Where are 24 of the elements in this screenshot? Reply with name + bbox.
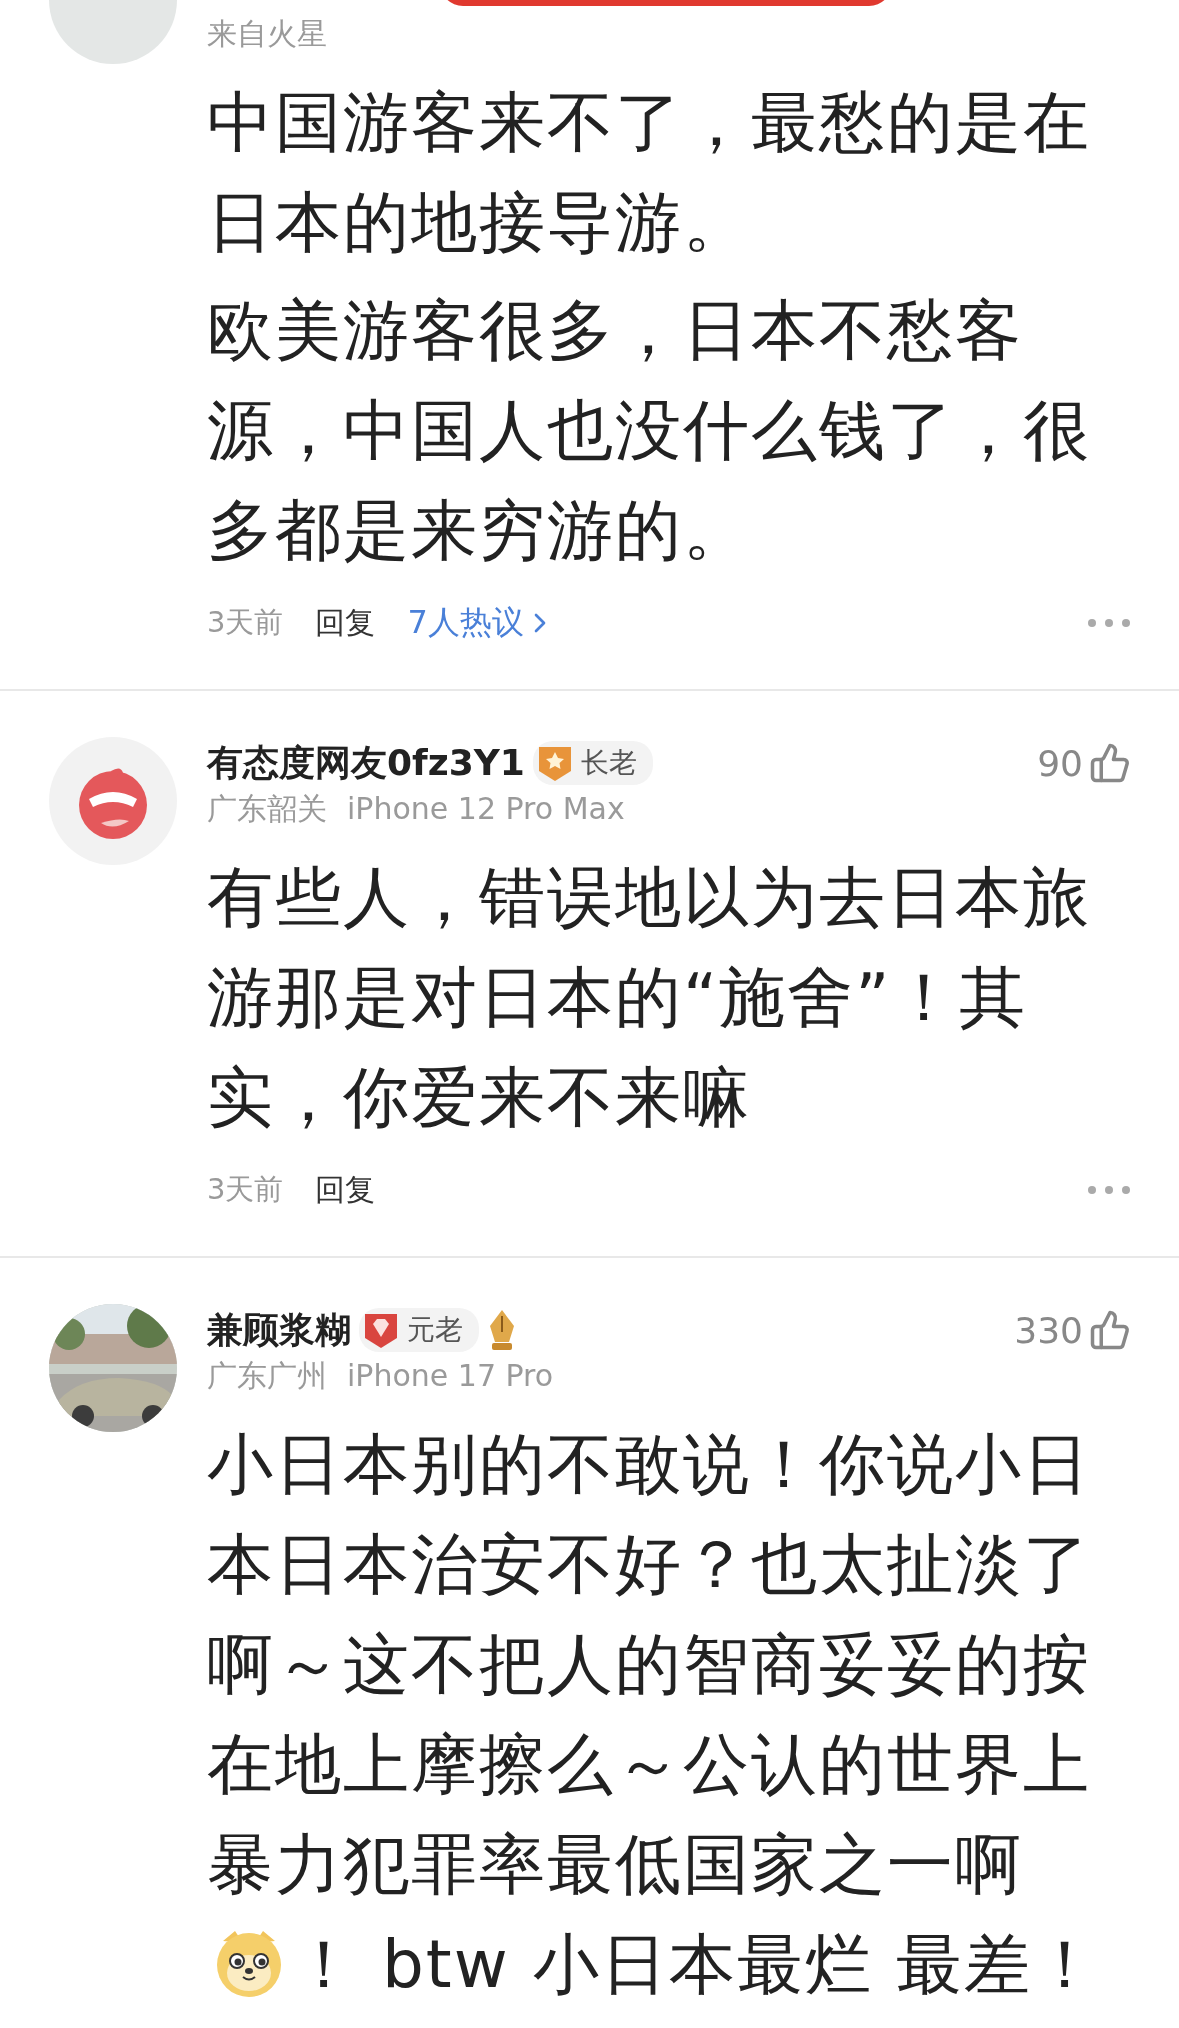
reply-button[interactable]: 回复 [315,602,376,644]
more-icon[interactable] [1087,1185,1131,1195]
user-name[interactable]: 兼顾浆糊 [207,1305,351,1355]
post-time: 3天前 [207,1171,284,1208]
comment-text: 欧美游客很多，日本不愁客源，中国人也没什么钱了，很多都是来穷游的。 [207,291,1092,571]
more-icon[interactable] [1087,618,1131,628]
discussion-link[interactable]: 7人热议 [407,601,556,645]
like-count: 90 [1037,742,1083,784]
user-location: 广东韶关 [207,790,327,828]
user-name[interactable]: 有态度网友0fz3Y1 [207,738,525,788]
rank-label: 长老 [580,745,637,781]
device-name: iPhone 12 Pro Max [347,790,625,828]
comment-text: 中国游客来不了，最愁的是在日本的地接导游。 [207,83,1092,263]
reply-button[interactable]: 回复 [315,1169,376,1211]
user-location: 来自火星 [207,15,327,53]
comment-text: 小日本别的不敢说！你说小日本日本治安不好？也太扯淡了啊～这不把人的智商妥妥的按在地上摩擦么～公认的世界上暴力犯罪率最低国家之一啊 ！ btw 小日本最烂 最差！ [207,1425,1101,2005]
post-time: 3天前 [207,604,284,641]
like-count: 330 [1014,1309,1083,1351]
user-location: 广东广州 [207,1357,327,1395]
comment-text: 有些人，错误地以为去日本旅游那是对日本的“施舍”！其实，你爱来不来嘛 [207,858,1092,1138]
device-name: iPhone 17 Pro [347,1357,554,1395]
like-icon[interactable] [1089,1309,1131,1351]
like-icon[interactable] [1089,742,1131,784]
rank-label: 元老 [407,1312,463,1348]
